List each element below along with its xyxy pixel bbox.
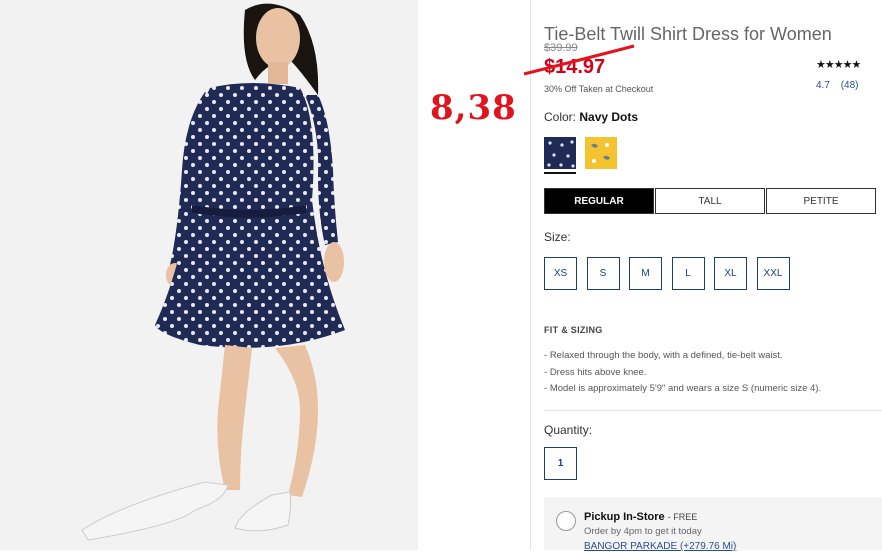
quantity-label: Quantity: bbox=[544, 423, 593, 437]
list-item: Model is approximately 5'9" and wears a … bbox=[544, 381, 821, 398]
rating-summary[interactable]: 4.7 (48) bbox=[816, 80, 866, 91]
tab-tall[interactable]: TALL bbox=[655, 188, 765, 214]
color-selection-label: Color: Navy Dots bbox=[544, 110, 638, 124]
swatch-navy-dots[interactable] bbox=[544, 137, 576, 169]
size-button-s[interactable]: S bbox=[586, 257, 620, 290]
section-divider bbox=[544, 410, 882, 411]
panel-divider bbox=[530, 0, 531, 550]
size-button-xs[interactable]: XS bbox=[544, 257, 577, 290]
quantity-select[interactable]: 1 bbox=[544, 447, 577, 480]
fit-sizing-heading: FIT & SIZING bbox=[544, 325, 603, 335]
model-illustration bbox=[81, 3, 345, 541]
handwritten-strike-line bbox=[523, 44, 635, 76]
selected-color-name: Navy Dots bbox=[579, 110, 639, 124]
rating-score: 4.7 bbox=[816, 80, 830, 91]
fit-type-tabs: REGULAR TALL PETITE bbox=[544, 188, 877, 214]
size-button-xl[interactable]: XL bbox=[714, 257, 747, 290]
list-item: Relaxed through the body, with a defined… bbox=[544, 348, 821, 365]
promo-note: 30% Off Taken at Checkout bbox=[544, 84, 654, 94]
pickup-store-link[interactable]: BANGOR PARKADE (+279.76 Mi) bbox=[584, 541, 736, 552]
stars-icon: ★★★★★ bbox=[816, 59, 861, 71]
tab-regular[interactable]: REGULAR bbox=[544, 188, 654, 214]
size-button-m[interactable]: M bbox=[629, 257, 662, 290]
star-rating[interactable]: ★★★★★ bbox=[816, 55, 861, 73]
pickup-subtitle: Order by 4pm to get it today bbox=[584, 526, 702, 537]
pickup-title: Pickup In-Store bbox=[584, 511, 665, 523]
handwritten-price-annotation: 8,38 bbox=[430, 88, 517, 128]
swatch-yellow-floral[interactable] bbox=[585, 137, 617, 169]
navy-dots-pattern-icon bbox=[544, 137, 576, 169]
product-photo[interactable] bbox=[0, 0, 418, 550]
size-options: XS S M L XL XXL bbox=[544, 257, 799, 290]
size-button-xxl[interactable]: XXL bbox=[756, 257, 790, 290]
size-button-l[interactable]: L bbox=[671, 257, 705, 290]
fit-sizing-list: Relaxed through the body, with a defined… bbox=[544, 348, 821, 398]
size-label: Size: bbox=[544, 230, 571, 244]
pickup-in-store-option[interactable]: Pickup In-Store - FREE Order by 4pm to g… bbox=[544, 497, 882, 552]
color-label: Color: bbox=[544, 110, 577, 124]
review-count-link[interactable]: (48) bbox=[841, 80, 859, 91]
selected-swatch-indicator bbox=[544, 172, 576, 174]
pickup-title-row: Pickup In-Store - FREE bbox=[584, 511, 697, 523]
list-item: Dress hits above knee. bbox=[544, 365, 821, 382]
pickup-radio-button[interactable] bbox=[556, 511, 576, 531]
yellow-floral-pattern-icon bbox=[585, 137, 617, 169]
pickup-free-label: - FREE bbox=[667, 512, 698, 522]
tab-petite[interactable]: PETITE bbox=[766, 188, 876, 214]
